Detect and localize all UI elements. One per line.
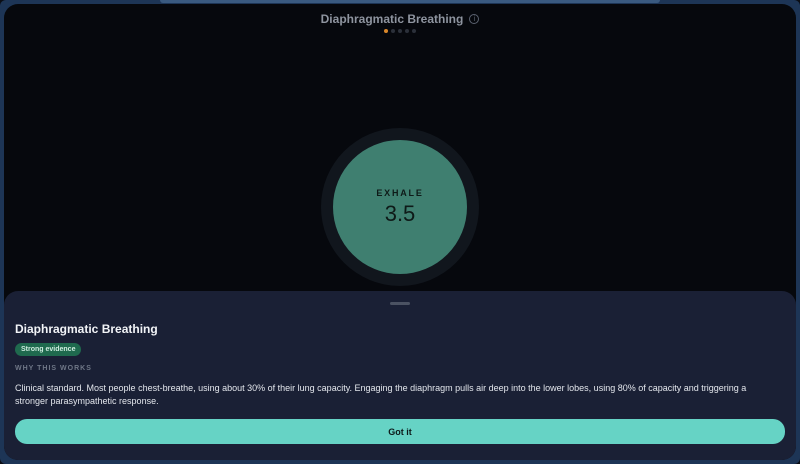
page-dot[interactable] (405, 29, 409, 33)
breathing-screen: Diaphragmatic Breathing i EXHALE 3.5 Dia… (4, 4, 796, 460)
page-dot[interactable] (398, 29, 402, 33)
breath-orb: EXHALE 3.5 (333, 140, 467, 274)
breath-timer: 3.5 (384, 200, 416, 226)
page-dot[interactable] (412, 29, 416, 33)
page-indicator (4, 29, 796, 33)
info-bottom-sheet: Diaphragmatic Breathing Strong evidence … (4, 291, 796, 460)
breath-phase-label: EXHALE (376, 187, 424, 198)
app-frame: Diaphragmatic Breathing i EXHALE 3.5 Dia… (0, 0, 800, 464)
screen-header: Diaphragmatic Breathing i (4, 12, 796, 26)
sheet-drag-handle[interactable] (390, 302, 410, 305)
got-it-button[interactable]: Got it (15, 419, 785, 444)
evidence-badge: Strong evidence (15, 343, 82, 356)
explanation-text: Clinical standard. Most people chest-bre… (15, 383, 747, 406)
page-dot[interactable] (384, 29, 388, 33)
section-label: WHY THIS WORKS (15, 365, 92, 372)
top-bezel-strip (160, 0, 660, 3)
sheet-title: Diaphragmatic Breathing (15, 322, 158, 336)
info-icon[interactable]: i (469, 14, 480, 24)
page-title: Diaphragmatic Breathing (320, 12, 464, 26)
page-dot[interactable] (391, 29, 395, 33)
